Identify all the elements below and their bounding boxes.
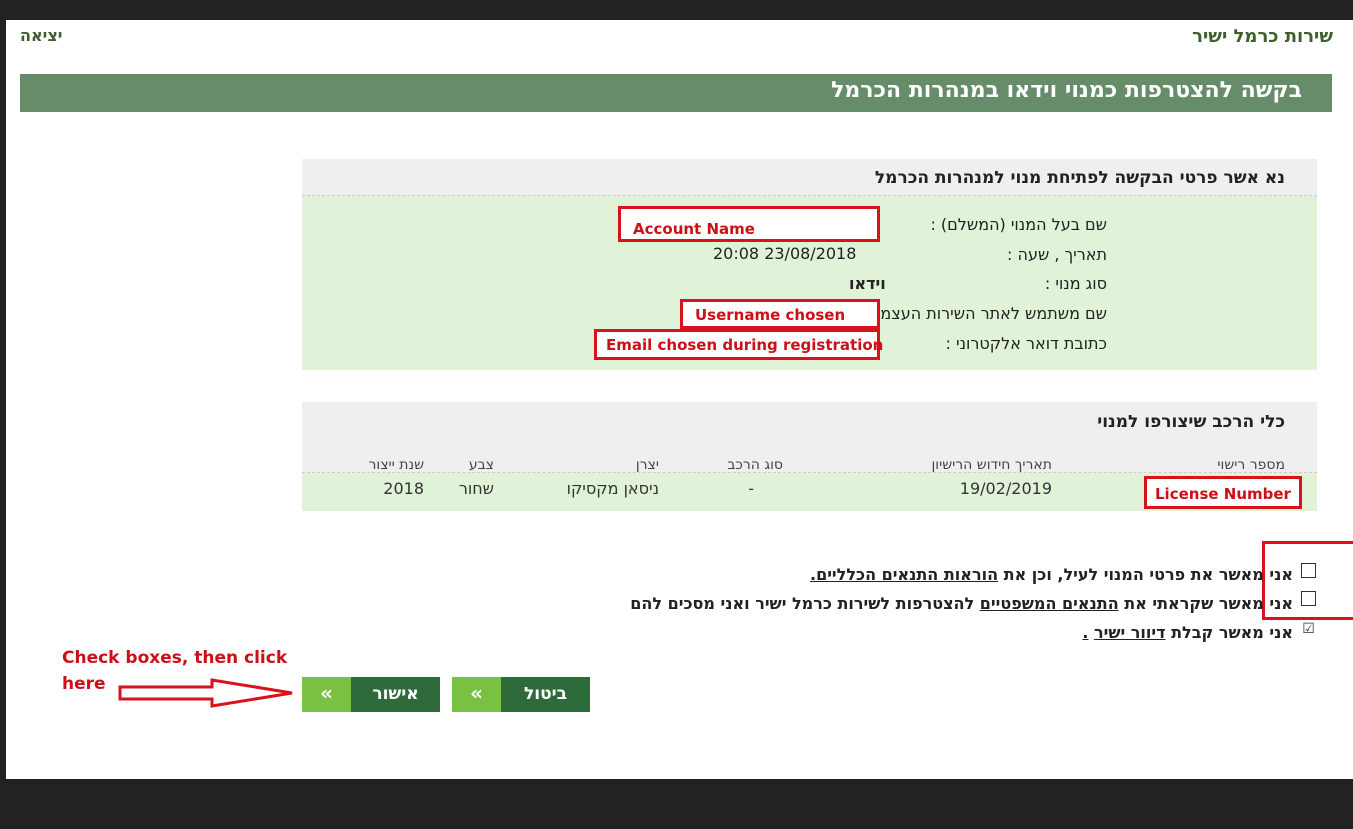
cancel-arrow-icon: « (452, 677, 501, 712)
agree-legal-checkbox[interactable] (1301, 591, 1316, 606)
page-title: בקשה להצטרפות כמנוי וידאו במנהרות הכרמל (831, 78, 1302, 103)
col-vehicle-type: סוג הרכב (727, 457, 783, 473)
col-license-number: מספר רישוי (1217, 457, 1285, 473)
agree-legal-tail: להצטרפות לשירות כרמל ישיר ואני מסכים להם (630, 594, 975, 613)
exit-link[interactable]: יציאה (20, 26, 63, 45)
manufacturer-cell: ניסאן מקסיקו (566, 479, 659, 498)
username-highlight: Username chosen (680, 299, 880, 329)
general-terms-link[interactable]: הוראות התנאים הכלליים. (810, 565, 998, 584)
agree-mailing-text: אני מאשר קבלת דיוור ישיר . (1082, 623, 1293, 642)
col-year: שנת ייצור (368, 457, 424, 473)
year-cell: 2018 (383, 479, 424, 498)
col-renewal-date: תאריך חידוש הרישיון (931, 457, 1052, 473)
vehicles-panel-header: כלי הרכב שיצורפו למנוי מספר רישוי תאריך … (302, 402, 1317, 473)
confirm-panel-title: נא אשר פרטי הבקשה לפתיחת מנוי למנהרות הכ… (874, 168, 1285, 188)
datetime-value: 20:08 23/08/2018 (713, 244, 857, 263)
site-title: שירות כרמל ישיר (1192, 26, 1333, 47)
page-title-banner: בקשה להצטרפות כמנוי וידאו במנהרות הכרמל (20, 74, 1332, 112)
confirm-button[interactable]: « אישור (302, 677, 440, 712)
field-label-datetime: תאריך , שעה : (1007, 245, 1107, 264)
license-number-highlight: License Number (1144, 476, 1302, 509)
vehicles-panel-title: כלי הרכב שיצורפו למנוי (1097, 412, 1285, 432)
col-manufacturer: יצרן (635, 457, 659, 473)
col-color: צבע (468, 457, 494, 473)
agree-details-text: אני מאשר את פרטי המנוי לעיל, וכן את הורא… (810, 565, 1293, 584)
agree-mailing-label: אני מאשר קבלת (1171, 623, 1293, 642)
renewal-date-cell: 19/02/2019 (959, 479, 1052, 498)
table-row: License Number 19/02/2019 - ניסאן מקסיקו… (302, 476, 1317, 511)
confirm-panel: נא אשר פרטי הבקשה לפתיחת מנוי למנהרות הכ… (302, 159, 1317, 370)
field-label-type: סוג מנוי : (1044, 274, 1107, 293)
direct-mail-link[interactable]: דיוור ישיר (1094, 623, 1166, 642)
confirm-arrow-icon: « (302, 677, 351, 712)
cancel-button-label: ביטול (501, 677, 590, 712)
color-cell: שחור (458, 479, 494, 498)
email-highlight: Email chosen during registration (594, 329, 884, 360)
legal-terms-link[interactable]: התנאים המשפטיים (980, 594, 1119, 613)
subscription-type-value: וידאו (849, 274, 886, 293)
agree-details-label: אני מאשר את פרטי המנוי לעיל, וכן את (1003, 565, 1293, 584)
page: שירות כרמל ישיר יציאה בקשה להצטרפות כמנו… (6, 20, 1353, 779)
agree-mailing-checkbox[interactable]: ☑ (1301, 622, 1316, 638)
username-value: Username chosen (695, 306, 846, 324)
field-label-owner: שם בעל המנוי (המשלם) : (930, 215, 1107, 234)
annotation-line-1: Check boxes, then click (62, 648, 288, 668)
confirm-button-label: אישור (351, 677, 440, 712)
confirm-panel-header: נא אשר פרטי הבקשה לפתיחת מנוי למנהרות הכ… (302, 159, 1317, 196)
license-number-value: License Number (1155, 485, 1291, 503)
direct-mail-period: . (1082, 623, 1089, 642)
annotation-arrow-icon (118, 678, 293, 708)
agree-legal-text: אני מאשר שקראתי את התנאים המשפטיים להצטר… (630, 594, 1293, 613)
agree-legal-label: אני מאשר שקראתי את (1124, 594, 1293, 613)
email-value: Email chosen during registration (606, 336, 884, 354)
account-name-value: Account Name (633, 220, 755, 238)
vehicles-panel: כלי הרכב שיצורפו למנוי מספר רישוי תאריך … (302, 402, 1317, 511)
cancel-button[interactable]: « ביטול (452, 677, 590, 712)
field-label-email: כתובת דואר אלקטרוני : (945, 334, 1107, 353)
vehicle-type-cell: - (748, 479, 754, 498)
agree-details-checkbox[interactable] (1301, 563, 1316, 578)
account-name-highlight: Account Name (618, 206, 880, 242)
